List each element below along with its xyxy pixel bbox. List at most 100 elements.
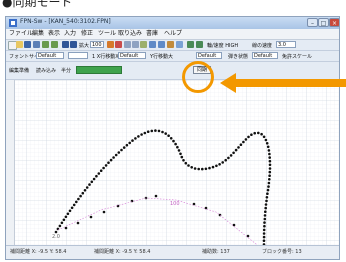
stroke-point xyxy=(260,132,263,136)
move-icon[interactable] xyxy=(140,41,147,48)
erase-icon[interactable] xyxy=(115,41,122,48)
stroke-point xyxy=(176,145,179,149)
progress-bar xyxy=(76,66,122,74)
select-icon[interactable] xyxy=(149,41,156,48)
stroke-point xyxy=(266,145,270,149)
measure-icon[interactable] xyxy=(167,41,174,48)
close-button[interactable]: × xyxy=(329,18,339,27)
minimize-button[interactable]: – xyxy=(307,18,318,27)
stroke-point xyxy=(244,138,248,141)
stroke-point xyxy=(125,143,129,147)
redo-icon[interactable] xyxy=(51,41,58,48)
default-select-1[interactable]: Default xyxy=(36,52,64,59)
status-block: ブロック番号: 13 xyxy=(262,249,302,255)
menu-import[interactable]: 取り込み xyxy=(118,29,142,39)
stroke-point xyxy=(143,131,147,135)
zoom-field[interactable]: 100 xyxy=(90,41,104,48)
stroke-point xyxy=(131,139,134,142)
stroke-point xyxy=(92,177,96,181)
stroke-point xyxy=(268,163,272,167)
guide-point xyxy=(64,226,68,230)
app-icon xyxy=(9,19,17,27)
stroke-point xyxy=(227,156,230,160)
status-left: 補間距離 X: -9.5 Y: 58.4 xyxy=(10,249,67,255)
canvas-svg[interactable]: 2.0 100 xyxy=(6,80,339,250)
open-folder-icon[interactable] xyxy=(16,41,23,48)
stroke-point xyxy=(232,151,235,155)
stroke-point xyxy=(268,159,272,163)
stroke-point xyxy=(150,129,154,133)
default-select-4[interactable]: Default xyxy=(252,52,278,59)
stroke-point xyxy=(54,230,58,234)
menu-input[interactable]: 入力 xyxy=(64,29,76,39)
default-select-3[interactable]: Default xyxy=(196,52,222,59)
stroke-point xyxy=(237,146,240,149)
stroke-point xyxy=(215,164,218,168)
stroke-point xyxy=(268,174,271,177)
stroke-point xyxy=(177,149,181,152)
stroke-point xyxy=(187,164,190,167)
zoom-label: 拡大 xyxy=(79,43,90,49)
stroke-point xyxy=(262,235,266,239)
stroke-point xyxy=(253,131,256,135)
save-icon[interactable] xyxy=(24,41,31,48)
stroke-point xyxy=(120,148,123,152)
stroke-point xyxy=(104,164,108,167)
undo-icon[interactable] xyxy=(42,41,49,48)
default-select-2[interactable]: Default xyxy=(118,52,146,59)
page-heading: ●同期モード xyxy=(0,0,346,16)
stroke-point xyxy=(137,135,140,138)
menu-edit[interactable]: 編集 xyxy=(32,29,44,39)
stroke-point xyxy=(99,169,103,172)
stroke-point xyxy=(224,158,227,162)
menu-file[interactable]: ファイル xyxy=(9,29,33,39)
stroke-point xyxy=(262,239,266,242)
stroke-point xyxy=(239,143,243,146)
stroke-point xyxy=(265,196,269,199)
record-icon[interactable] xyxy=(196,41,203,48)
drawing-canvas[interactable]: 2.0 100 xyxy=(6,80,339,250)
point-label-b: 100 xyxy=(170,201,180,207)
menu-tools[interactable]: ツール xyxy=(98,29,116,39)
stroke-point xyxy=(134,137,137,140)
stroke-point xyxy=(60,221,64,225)
menu-modify[interactable]: 修正 xyxy=(81,29,93,39)
pen-icon[interactable] xyxy=(107,41,114,48)
print-icon[interactable] xyxy=(33,41,40,48)
scale-label: 免許スケール xyxy=(282,54,313,60)
stroke-point xyxy=(264,138,268,142)
layer-icon[interactable] xyxy=(176,41,183,48)
menu-help[interactable]: ヘルプ xyxy=(164,29,182,39)
app-window: FPN-Sw - [KAN_540:3102.FPN] – □ × ファイル 編… xyxy=(5,16,340,260)
stroke-point xyxy=(267,185,270,188)
menu-view[interactable]: 表示 xyxy=(48,29,60,39)
stroke-point xyxy=(242,140,245,144)
status-count: 補助数: 137 xyxy=(202,249,230,255)
play-icon[interactable] xyxy=(187,41,194,48)
snap-icon[interactable] xyxy=(132,41,139,48)
x-move-label: 1 X行移動X xyxy=(92,54,119,60)
stroke-point xyxy=(268,156,272,159)
stroke-point xyxy=(75,200,78,204)
spin-field-1[interactable] xyxy=(68,52,88,59)
fix-field[interactable]: 3.0 xyxy=(276,41,296,48)
stroke-point xyxy=(263,221,266,224)
guide-point xyxy=(102,210,106,214)
stroke-point xyxy=(174,142,177,146)
zoom-in-icon[interactable] xyxy=(62,41,69,48)
stroke-point xyxy=(265,142,269,145)
stroke-point xyxy=(263,224,266,228)
zoom-out-icon[interactable] xyxy=(70,41,77,48)
stroke-point xyxy=(268,178,271,181)
point-label-a: 2.0 xyxy=(52,234,60,240)
grid-icon[interactable] xyxy=(124,41,131,48)
stroke-point xyxy=(128,141,131,145)
title-bar: FPN-Sw - [KAN_540:3102.FPN] – □ × xyxy=(6,17,339,29)
stroke-point xyxy=(264,206,268,210)
guide-point xyxy=(246,234,250,238)
menu-archive[interactable]: 書庫 xyxy=(146,29,158,39)
toolbar-settings: フォントサイズ Default 1 X行移動X Default Y行移動大 De… xyxy=(6,51,339,62)
maximize-button[interactable]: □ xyxy=(318,18,329,27)
stroke-point xyxy=(264,210,267,213)
rotate-icon[interactable] xyxy=(158,41,165,48)
